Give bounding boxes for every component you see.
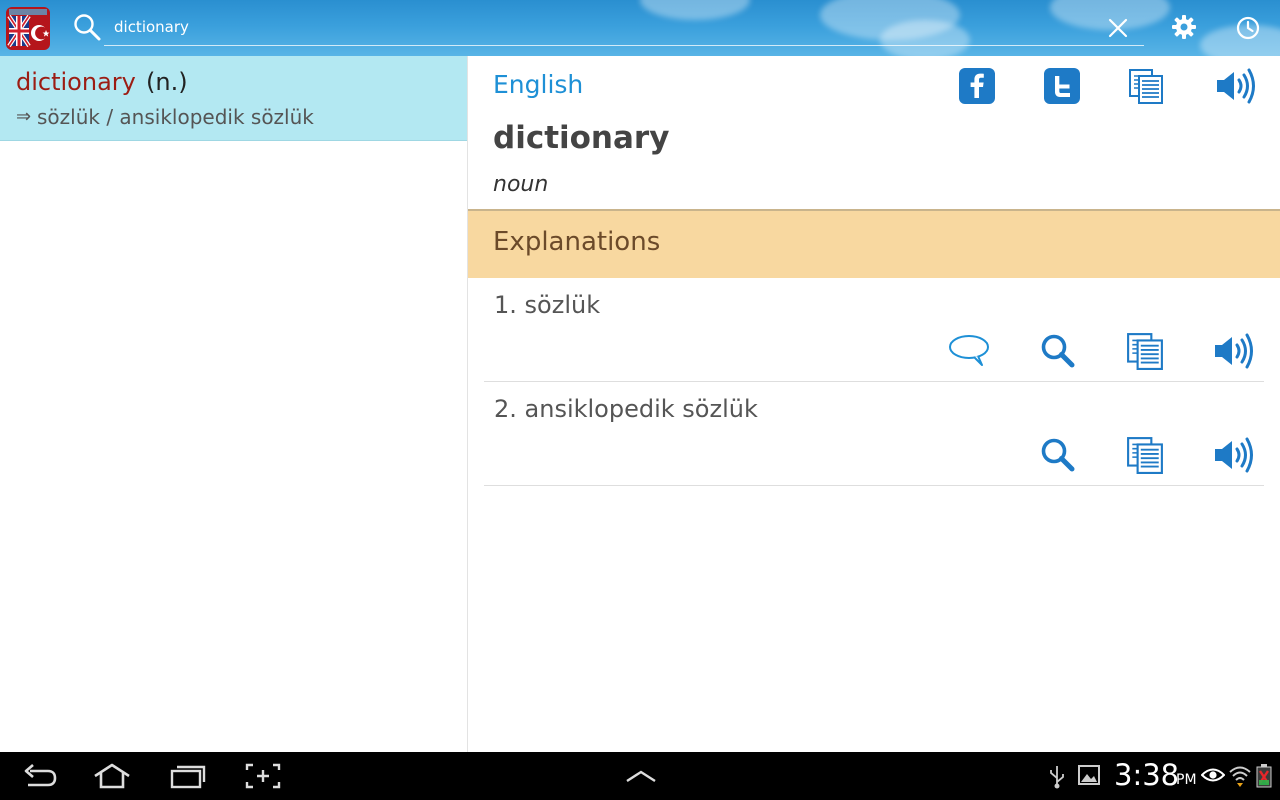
speaker-icon[interactable]: [1213, 332, 1255, 370]
headword: dictionary: [493, 120, 670, 156]
results-list: dictionary (n.) ⇒ sözlük / ansiklopedik …: [0, 56, 468, 752]
home-icon[interactable]: [92, 762, 132, 790]
definition-panel: English dictionary noun Explanations 1. …: [468, 56, 1280, 752]
list-item: 2. ansiklopedik sözlük: [484, 381, 1264, 486]
system-navigation-bar: 3:38 PM: [0, 752, 1280, 800]
result-part-of-speech: (n.): [146, 68, 188, 96]
app-logo-icon[interactable]: [5, 4, 51, 51]
sense-text: 1. sözlük: [494, 291, 601, 319]
chevron-up-icon[interactable]: [621, 762, 661, 790]
action-bar: [0, 0, 1280, 56]
back-icon[interactable]: [20, 762, 60, 790]
gallery-icon: [1078, 765, 1100, 785]
copy-icon[interactable]: [1126, 436, 1164, 474]
language-label: English: [493, 70, 584, 99]
copy-icon[interactable]: [1128, 68, 1164, 104]
search-icon[interactable]: [1039, 436, 1077, 474]
result-word: dictionary: [16, 68, 136, 96]
history-icon[interactable]: [1234, 14, 1262, 42]
search-icon[interactable]: [1039, 332, 1077, 370]
clock-ampm: PM: [1176, 772, 1197, 788]
battery-icon: [1256, 764, 1272, 788]
part-of-speech: noun: [493, 172, 549, 197]
result-translation: sözlük / ansiklopedik sözlük: [37, 105, 314, 129]
facebook-icon[interactable]: [959, 68, 995, 104]
arrow-icon: ⇒: [16, 106, 32, 127]
search-input[interactable]: [104, 8, 1144, 46]
screenshot-icon[interactable]: [243, 762, 283, 790]
twitter-icon[interactable]: [1044, 68, 1080, 104]
search-icon[interactable]: [72, 12, 102, 42]
wifi-icon: [1229, 766, 1251, 787]
comment-icon[interactable]: [948, 332, 990, 370]
speaker-icon[interactable]: [1215, 68, 1257, 104]
gear-icon[interactable]: [1170, 13, 1198, 41]
clear-search-icon[interactable]: [1106, 16, 1130, 40]
usb-icon: [1050, 766, 1064, 789]
copy-icon[interactable]: [1126, 332, 1164, 370]
list-item: 1. sözlük: [484, 277, 1264, 382]
recent-apps-icon[interactable]: [168, 762, 208, 790]
eye-icon: [1201, 768, 1225, 782]
explanations-header: Explanations: [468, 209, 1280, 278]
clock: 3:38: [1114, 758, 1180, 792]
sense-text: 2. ansiklopedik sözlük: [494, 395, 758, 423]
section-title: Explanations: [493, 227, 661, 257]
list-item[interactable]: dictionary (n.) ⇒ sözlük / ansiklopedik …: [0, 56, 467, 141]
speaker-icon[interactable]: [1213, 436, 1255, 474]
